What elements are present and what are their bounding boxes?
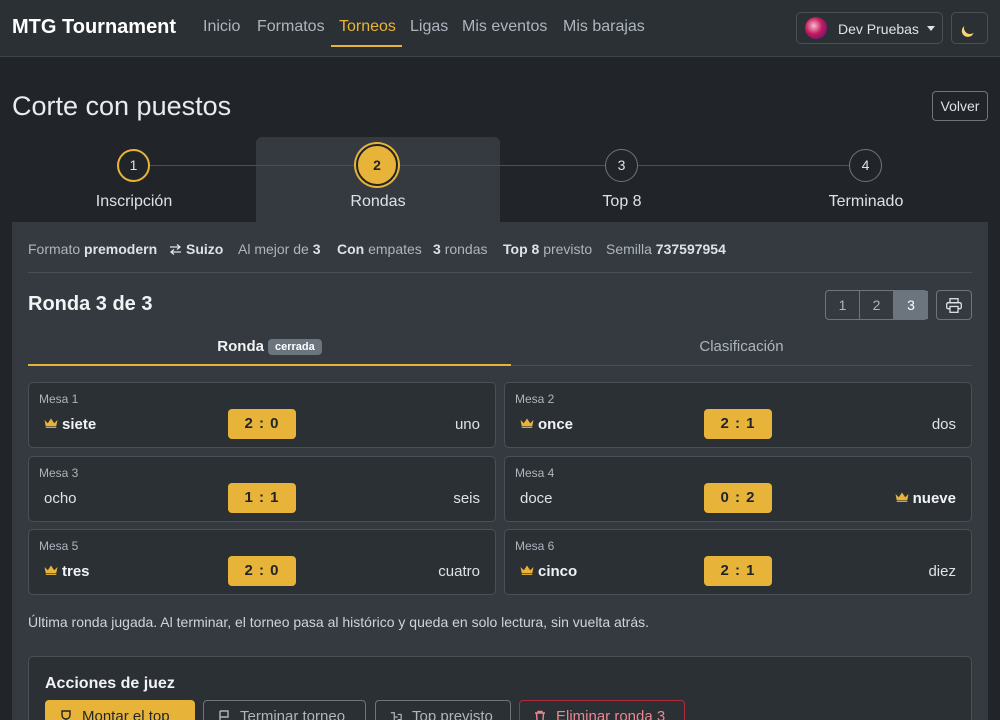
match-card: Mesa 6 cinco 2 : 1 diez (504, 529, 972, 595)
match-card: Mesa 1 siete 2 : 0 uno (28, 382, 496, 448)
chevron-down-icon (927, 26, 935, 31)
nav-mis-eventos[interactable]: Mis eventos (462, 18, 547, 36)
step-circle-3[interactable]: 3 (605, 149, 638, 182)
active-nav-indicator (331, 45, 402, 47)
crown-icon (44, 418, 58, 428)
player-1: siete (44, 416, 96, 433)
judge-actions-title: Acciones de juez (45, 675, 175, 692)
trophy-icon (61, 710, 71, 720)
player-1: once (520, 416, 573, 433)
player-1: ocho (44, 490, 77, 507)
nav-torneos[interactable]: Torneos (339, 18, 396, 36)
score: 2 : 0 (228, 409, 296, 439)
player-1: cinco (520, 563, 577, 580)
step-circle-2[interactable]: 2 (356, 144, 398, 186)
print-button[interactable] (936, 290, 972, 320)
user-menu-button[interactable]: Dev Pruebas (796, 12, 943, 44)
round-pager: 1 2 3 (825, 290, 928, 320)
table-label: Mesa 3 (39, 466, 79, 480)
nav-inicio[interactable]: Inicio (203, 18, 240, 36)
theme-toggle-button[interactable] (951, 12, 988, 44)
score: 2 : 0 (228, 556, 296, 586)
meta-top: Top 8 previsto (503, 241, 593, 257)
player-2: nueve (895, 490, 956, 507)
navbar: MTG Tournament Inicio Formatos Torneos L… (0, 0, 1000, 57)
table-label: Mesa 1 (39, 392, 79, 406)
table-label: Mesa 2 (515, 392, 555, 406)
table-label: Mesa 4 (515, 466, 555, 480)
trash-icon (535, 710, 545, 720)
meta-sistema: Suizo (169, 241, 223, 257)
meta-mejor-de: Al mejor de 3 (238, 241, 321, 257)
table-label: Mesa 6 (515, 539, 555, 553)
round-note: Última ronda jugada. Al terminar, el tor… (28, 614, 650, 630)
back-button[interactable]: Volver (932, 91, 988, 121)
crown-icon (520, 418, 534, 428)
status-badge: cerrada (267, 339, 322, 355)
page-button-1[interactable]: 1 (826, 291, 860, 319)
page-title: Corte con puestos (12, 91, 232, 121)
player-2: diez (928, 563, 956, 580)
match-card: Mesa 5 tres 2 : 0 cuatro (28, 529, 496, 595)
score: 0 : 2 (704, 483, 772, 513)
page-button-3[interactable]: 3 (894, 291, 928, 319)
step-label-inscripcion[interactable]: Inscripción (12, 193, 256, 211)
player-2: seis (453, 490, 480, 507)
step-label-rondas[interactable]: Rondas (256, 193, 500, 211)
step-circle-4[interactable]: 4 (849, 149, 882, 182)
nav-formatos[interactable]: Formatos (257, 18, 325, 36)
meta-rondas: 3 rondas (433, 241, 488, 257)
tab-clasificacion[interactable]: Clasificación (511, 338, 972, 366)
crown-icon (520, 565, 534, 575)
meta-formato: Formato premodern (28, 241, 158, 257)
eliminar-ronda-button[interactable]: Eliminar ronda 3 (519, 700, 685, 720)
match-card: Mesa 2 once 2 : 1 dos (504, 382, 972, 448)
player-2: uno (454, 416, 480, 433)
score: 1 : 1 (228, 483, 296, 513)
round-title: Ronda 3 de 3 (28, 293, 153, 315)
match-card: Mesa 4 doce 0 : 2 nueve (504, 456, 972, 522)
moon-icon (962, 20, 977, 35)
meta-semilla: Semilla 737597954 (606, 241, 726, 257)
step-label-terminado[interactable]: Terminado (744, 193, 988, 211)
table-label: Mesa 5 (39, 539, 79, 553)
swiss-pairing-icon (169, 244, 182, 255)
step-label-top8[interactable]: Top 8 (500, 193, 744, 211)
page-button-2[interactable]: 2 (860, 291, 894, 319)
user-name: Dev Pruebas (838, 21, 919, 37)
step-circle-1[interactable]: 1 (117, 149, 150, 182)
player-1: doce (520, 490, 553, 507)
bracket-icon (390, 712, 402, 720)
tab-ronda[interactable]: Ronda cerrada (28, 338, 511, 366)
top-previsto-button[interactable]: Top previsto (375, 700, 511, 720)
divider (28, 272, 972, 273)
flag-icon (219, 710, 229, 720)
terminar-torneo-button[interactable]: Terminar torneo (203, 700, 366, 720)
match-card: Mesa 3 ocho 1 : 1 seis (28, 456, 496, 522)
montar-top-button[interactable]: Montar el top (45, 700, 195, 720)
crown-icon (44, 565, 58, 575)
player-1: tres (44, 563, 90, 580)
crown-icon (895, 492, 909, 502)
player-2: cuatro (438, 563, 480, 580)
player-2: dos (931, 416, 956, 433)
brand[interactable]: MTG Tournament (12, 16, 176, 39)
nav-ligas[interactable]: Ligas (410, 18, 448, 36)
score: 2 : 1 (704, 556, 772, 586)
printer-icon (946, 298, 962, 313)
score: 2 : 1 (704, 409, 772, 439)
meta-empates: Con empates (337, 241, 422, 257)
stepper-line (134, 165, 866, 166)
nav-mis-barajas[interactable]: Mis barajas (563, 18, 645, 36)
avatar (805, 17, 827, 39)
